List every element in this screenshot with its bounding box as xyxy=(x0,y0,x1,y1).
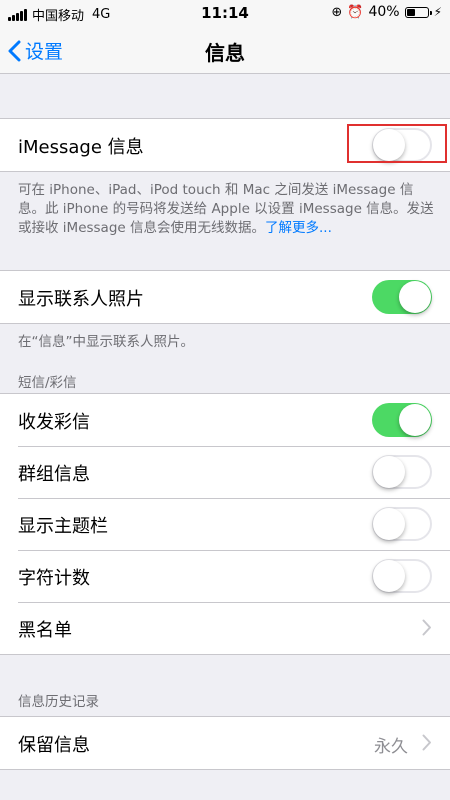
toggle-knob xyxy=(399,404,431,436)
history-group: 保留信息 永久 xyxy=(0,716,450,770)
imessage-footer: 可在 iPhone、iPad、iPod touch 和 Mac 之间发送 iMe… xyxy=(18,181,438,238)
chevron-right-icon xyxy=(422,619,431,636)
charging-icon: ⚡ xyxy=(433,5,442,19)
battery-icon xyxy=(404,6,432,18)
orientation-lock-icon: ⊕ xyxy=(331,4,343,20)
imessage-footer-text: 可在 iPhone、iPad、iPod touch 和 Mac 之间发送 iMe… xyxy=(18,182,434,236)
contact-photos-group: 显示联系人照片 xyxy=(0,270,450,324)
subject-field-toggle[interactable] xyxy=(372,507,432,541)
subject-field-row: 显示主题栏 xyxy=(0,498,450,550)
navigation-bar: 设置 信息 xyxy=(0,28,450,74)
contact-photos-footer: 在“信息”中显示联系人照片。 xyxy=(18,334,194,350)
alarm-icon: ⏰ xyxy=(347,4,364,20)
highlight-box xyxy=(347,124,447,163)
character-count-label: 字符计数 xyxy=(18,568,90,589)
mms-label: 收发彩信 xyxy=(18,412,90,433)
history-header: 信息历史记录 xyxy=(18,694,99,710)
contact-photos-row: 显示联系人照片 xyxy=(0,271,450,323)
character-count-row: 字符计数 xyxy=(0,550,450,602)
contact-photos-label: 显示联系人照片 xyxy=(18,289,144,310)
subject-field-label: 显示主题栏 xyxy=(18,516,108,537)
imessage-label: iMessage 信息 xyxy=(18,137,144,158)
toggle-knob xyxy=(373,456,405,488)
status-bar: 中国移动 4G 11:14 ⊕ ⏰ 40% ⚡ xyxy=(0,0,450,28)
group-messaging-label: 群组信息 xyxy=(18,464,90,485)
character-count-toggle[interactable] xyxy=(372,559,432,593)
chevron-right-icon xyxy=(422,734,431,751)
toggle-knob xyxy=(373,508,405,540)
battery-percent: 40% xyxy=(368,4,400,20)
toggle-knob xyxy=(399,281,431,313)
battery-level xyxy=(406,8,415,16)
blocked-label: 黑名单 xyxy=(18,620,72,641)
mms-toggle[interactable] xyxy=(372,403,432,437)
group-messaging-row: 群组信息 xyxy=(0,446,450,498)
toggle-knob xyxy=(373,560,405,592)
page-title: 信息 xyxy=(205,41,245,65)
blocked-row[interactable]: 黑名单 xyxy=(0,602,450,654)
keep-messages-row[interactable]: 保留信息 永久 xyxy=(0,717,450,769)
learn-more-link[interactable]: 了解更多... xyxy=(265,220,332,236)
group-messaging-toggle[interactable] xyxy=(372,455,432,489)
sms-mms-header: 短信/彩信 xyxy=(18,375,77,391)
sms-mms-group: 收发彩信 群组信息 显示主题栏 字符计数 黑名单 xyxy=(0,393,450,655)
contact-photos-toggle[interactable] xyxy=(372,280,432,314)
mms-row: 收发彩信 xyxy=(0,394,450,446)
keep-messages-label: 保留信息 xyxy=(18,735,90,756)
status-right: ⊕ ⏰ 40% ⚡ xyxy=(331,4,442,20)
keep-messages-value: 永久 xyxy=(374,737,408,757)
